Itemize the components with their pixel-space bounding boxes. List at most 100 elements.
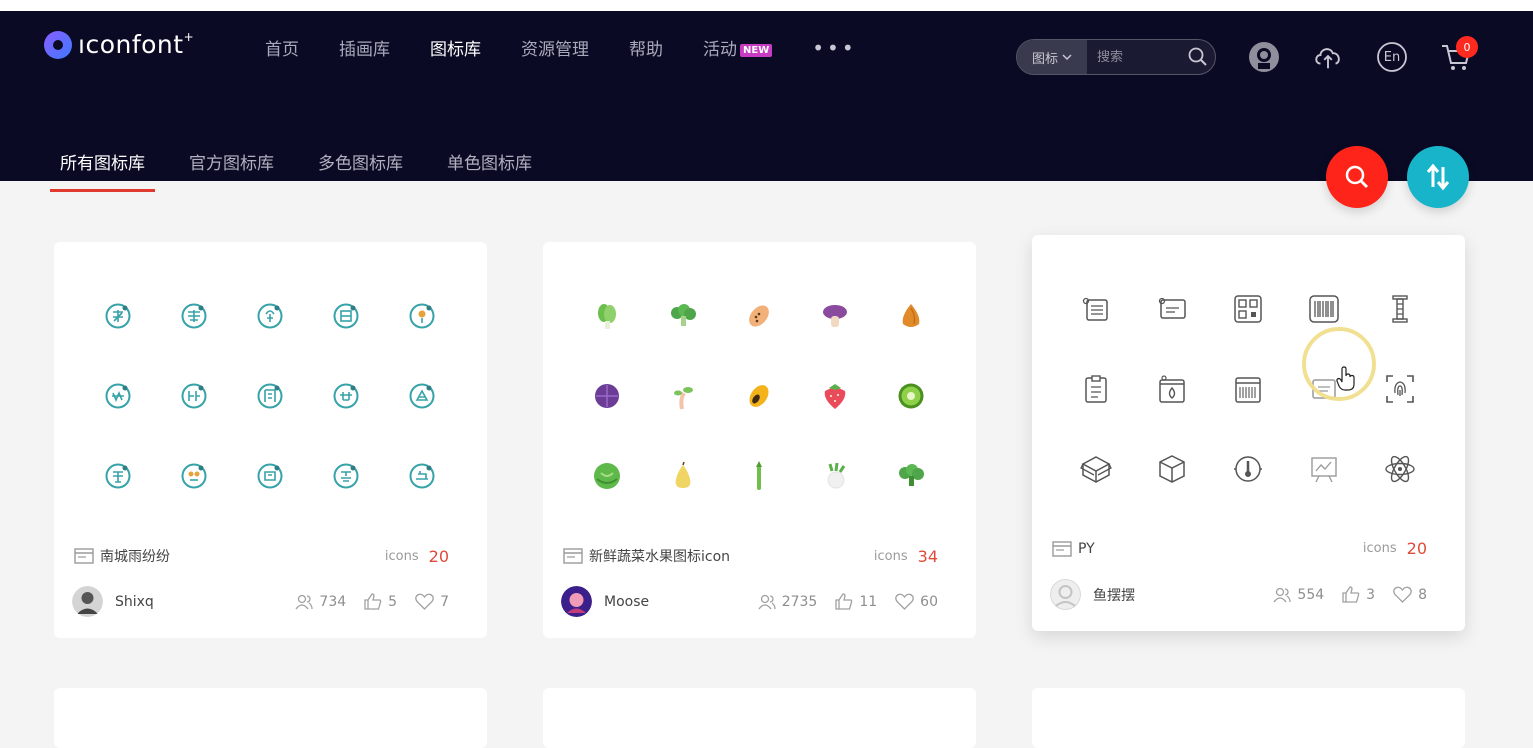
- card-footer: Shixq 734 5 7: [72, 586, 449, 617]
- library-card[interactable]: [1032, 688, 1465, 748]
- user-avatar-icon[interactable]: [1248, 41, 1280, 73]
- card-info: 南城雨纷纷 icons 20: [74, 546, 449, 566]
- likes-stat[interactable]: 11: [835, 593, 877, 610]
- author-name[interactable]: Shixq: [115, 594, 277, 610]
- icons-label: icons: [1362, 541, 1397, 556]
- papaya-half-icon: [749, 385, 769, 407]
- library-tabs: 所有图标库 官方图标库 多色图标库 单色图标库: [50, 149, 576, 192]
- teal-badge-icon: [409, 303, 435, 329]
- tab-all-libraries[interactable]: 所有图标库: [50, 149, 155, 192]
- author-name[interactable]: 鱼摆摆: [1093, 585, 1255, 605]
- pear-icon: [675, 461, 691, 488]
- library-icon: [74, 548, 94, 564]
- icon-preview-grid: [1058, 269, 1438, 509]
- logo-text: ıconfont: [78, 30, 184, 59]
- heart-icon: [1393, 586, 1412, 603]
- floating-search-button[interactable]: [1326, 146, 1388, 208]
- site-header: ıconfont + 首页 插画库 图标库 资源管理 帮助 活动 NEW ••• …: [0, 11, 1533, 192]
- clipboard-icon: [1085, 375, 1107, 403]
- tab-official-libraries[interactable]: 官方图标库: [189, 149, 274, 174]
- upload-cloud-icon[interactable]: [1312, 41, 1344, 73]
- library-card[interactable]: 南城雨纷纷 icons 20 Shixq 734 5 7: [54, 242, 487, 638]
- favorites-stat[interactable]: 60: [895, 593, 938, 610]
- logo-mark-icon: [44, 30, 72, 59]
- search-type-select[interactable]: 图标: [1017, 40, 1087, 74]
- card-info: 新鲜蔬菜水果图标icon icons 34: [563, 546, 938, 566]
- asparagus-icon: [756, 461, 762, 490]
- hand-cursor-icon: [1336, 366, 1355, 391]
- teal-badge-icon: [257, 303, 283, 329]
- logo-plus: +: [183, 29, 194, 44]
- papaya-icon: [749, 305, 769, 327]
- iconfont-logo[interactable]: ıconfont +: [44, 30, 194, 59]
- teal-badge-icon: [257, 463, 283, 489]
- new-badge: NEW: [740, 44, 773, 57]
- icon-count: 20: [1406, 539, 1427, 558]
- library-title[interactable]: 南城雨纷纷: [100, 546, 385, 566]
- teal-badge-icon: [181, 303, 207, 329]
- thumbs-up-icon: [1342, 586, 1360, 603]
- search-type-label: 图标: [1031, 51, 1058, 67]
- library-card[interactable]: 新鲜蔬菜水果图标icon icons 34 Moose 2735 11 60: [543, 242, 976, 638]
- tab-multicolor-libraries[interactable]: 多色图标库: [318, 149, 403, 174]
- language-icon[interactable]: En: [1376, 41, 1408, 73]
- nav-item-illustrations[interactable]: 插画库: [339, 35, 390, 60]
- users-stat: 554: [1273, 587, 1324, 603]
- author-name[interactable]: Moose: [604, 594, 740, 610]
- icon-count: 20: [428, 546, 449, 566]
- users-icon: [295, 594, 314, 609]
- nav-item-help[interactable]: 帮助: [629, 35, 663, 60]
- teal-badge-icon: [409, 383, 435, 409]
- barcode-icon: [1309, 295, 1339, 323]
- icon-preview-grid: [80, 276, 460, 516]
- search-box: 图标: [1016, 39, 1216, 75]
- library-card[interactable]: [54, 688, 487, 748]
- library-card[interactable]: [543, 688, 976, 748]
- thumbs-up-icon: [835, 593, 853, 610]
- kiwi-icon: [898, 383, 924, 409]
- drop-box-icon: [1159, 375, 1185, 403]
- receipt-icon: [1235, 377, 1261, 403]
- favorites-stat[interactable]: 7: [415, 593, 449, 610]
- search-input[interactable]: [1087, 41, 1181, 73]
- likes-stat[interactable]: 3: [1342, 586, 1375, 603]
- nav-item-icon-library[interactable]: 图标库: [430, 35, 481, 60]
- likes-stat[interactable]: 5: [364, 593, 397, 610]
- teal-badge-icon: [333, 463, 359, 489]
- favorites-count: 8: [1418, 586, 1427, 603]
- users-count: 2735: [781, 593, 818, 610]
- sprout-icon: [674, 387, 693, 410]
- teal-badge-icon: [333, 383, 359, 409]
- nav-item-home[interactable]: 首页: [265, 35, 299, 60]
- card-info: PY icons 20: [1052, 539, 1427, 558]
- thermometer-badge-icon: [1234, 456, 1262, 482]
- floating-sort-button[interactable]: [1407, 146, 1469, 208]
- strawberry-icon: [824, 384, 846, 409]
- heart-icon: [895, 593, 915, 610]
- author-avatar[interactable]: [72, 586, 103, 617]
- cabbage-icon: [598, 304, 616, 329]
- scroll-icon: [1392, 295, 1408, 323]
- thumbs-up-icon: [364, 593, 382, 610]
- nav-item-activity[interactable]: 活动 NEW: [703, 35, 773, 60]
- favorites-stat[interactable]: 8: [1393, 586, 1427, 603]
- main-nav: 首页 插画库 图标库 资源管理 帮助 活动 NEW •••: [265, 35, 857, 61]
- cart-icon[interactable]: 0: [1440, 36, 1478, 73]
- teal-badge-icon: [257, 383, 283, 409]
- nav-item-resources[interactable]: 资源管理: [521, 35, 589, 60]
- author-avatar[interactable]: [561, 586, 592, 617]
- likes-count: 5: [388, 593, 398, 610]
- library-title[interactable]: 新鲜蔬菜水果图标icon: [589, 546, 874, 566]
- library-card[interactable]: PY icons 20 鱼摆摆 554 3 8: [1032, 235, 1465, 631]
- author-avatar[interactable]: [1050, 579, 1081, 610]
- heart-icon: [415, 593, 434, 610]
- more-menu-icon[interactable]: •••: [812, 38, 856, 58]
- search-icon[interactable]: [1181, 40, 1215, 74]
- language-label: En: [1383, 49, 1401, 65]
- chestnut-icon: [902, 304, 920, 327]
- card-footer: Moose 2735 11 60: [561, 586, 938, 617]
- teal-badge-icon: [333, 303, 359, 329]
- lettuce-icon: [594, 463, 620, 489]
- library-title[interactable]: PY: [1078, 541, 1363, 557]
- tab-monochrome-libraries[interactable]: 单色图标库: [447, 149, 532, 174]
